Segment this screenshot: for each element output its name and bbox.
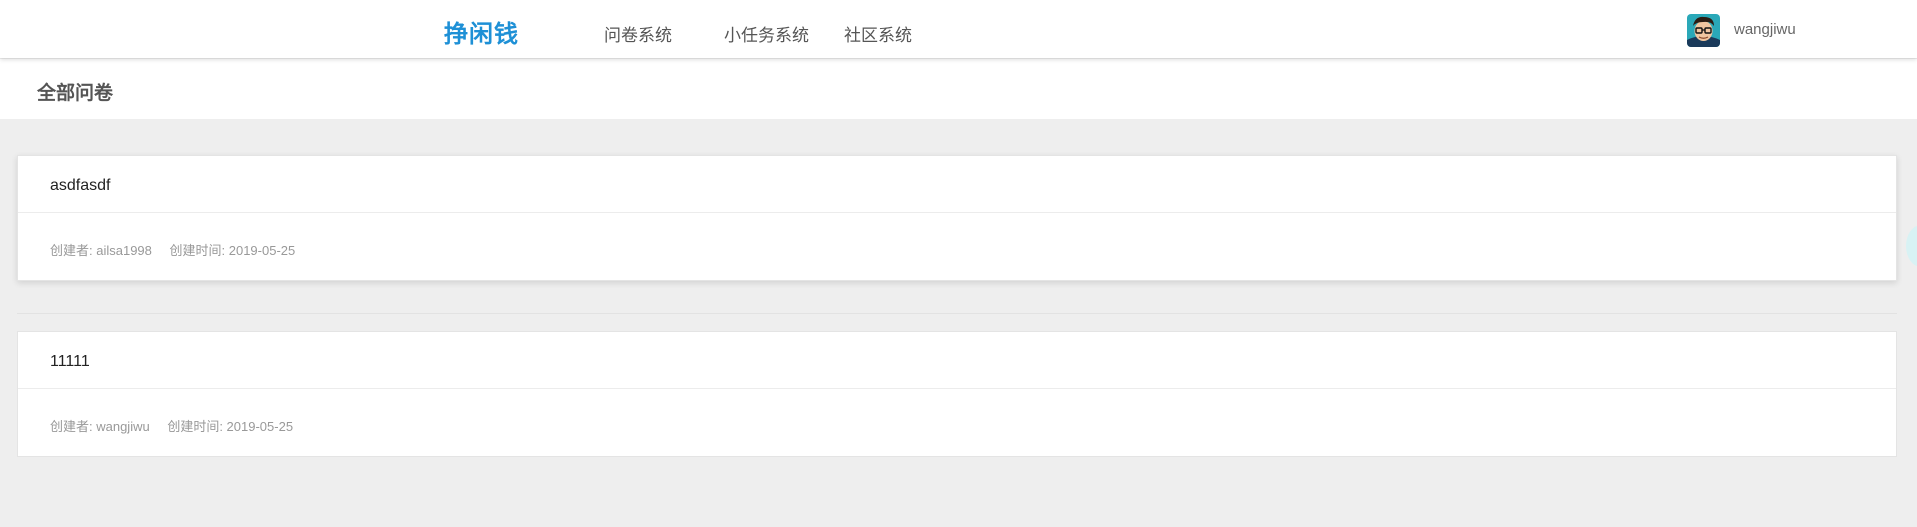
brand-logo[interactable]: 挣闲钱 bbox=[444, 14, 519, 49]
card-divider bbox=[18, 388, 1896, 389]
survey-creator: 创建者: ailsa1998 bbox=[50, 243, 152, 258]
page-title: 全部问卷 bbox=[37, 83, 114, 104]
avatar[interactable] bbox=[1687, 14, 1720, 47]
avatar-icon bbox=[1687, 14, 1720, 47]
survey-card[interactable]: 11111 创建者: wangjiwu 创建时间: 2019-05-25 bbox=[17, 331, 1897, 457]
survey-creator: 创建者: wangjiwu bbox=[50, 419, 150, 434]
nav-task-system[interactable]: 小任务系统 bbox=[724, 21, 809, 46]
survey-meta: 创建者: wangjiwu 创建时间: 2019-05-25 bbox=[50, 416, 307, 435]
card-divider bbox=[18, 212, 1896, 213]
survey-title[interactable]: 11111 bbox=[50, 353, 90, 371]
survey-card[interactable]: asdfasdf 创建者: ailsa1998 创建时间: 2019-05-25 bbox=[17, 155, 1897, 281]
nav-community-system[interactable]: 社区系统 bbox=[844, 21, 912, 46]
survey-meta: 创建者: ailsa1998 创建时间: 2019-05-25 bbox=[50, 240, 309, 259]
list-separator bbox=[17, 313, 1897, 314]
top-navbar: 挣闲钱 问卷系统 小任务系统 社区系统 wangjiwu bbox=[0, 0, 1917, 58]
user-name[interactable]: wangjiwu bbox=[1734, 21, 1796, 38]
survey-created-date: 创建时间: 2019-05-25 bbox=[167, 419, 294, 434]
survey-created-date: 创建时间: 2019-05-25 bbox=[169, 243, 296, 258]
floating-action-button[interactable] bbox=[1906, 225, 1917, 267]
survey-title[interactable]: asdfasdf bbox=[50, 177, 110, 195]
page-header: 全部问卷 bbox=[0, 59, 1917, 119]
nav-survey-system[interactable]: 问卷系统 bbox=[604, 21, 672, 46]
